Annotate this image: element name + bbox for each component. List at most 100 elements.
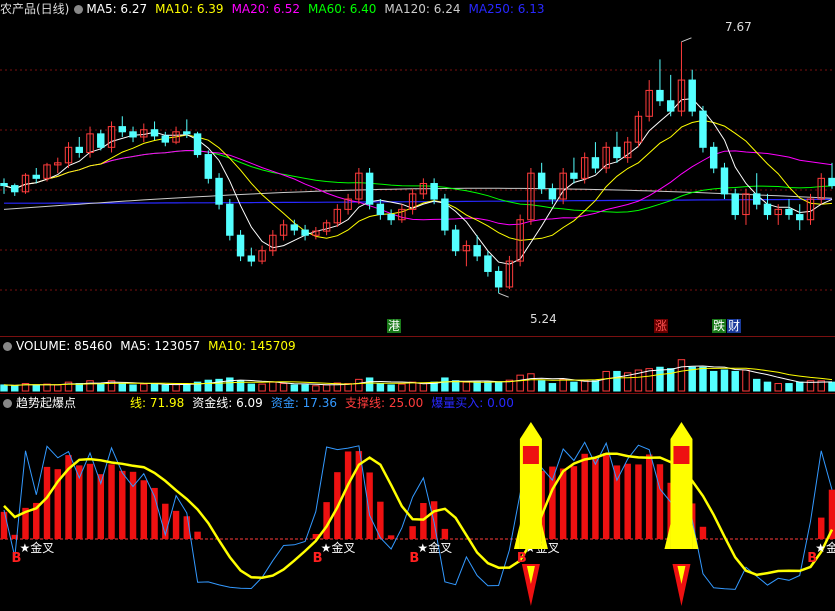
candle-body (226, 203, 234, 236)
indicator-bar (624, 463, 631, 539)
candle-body (430, 183, 438, 200)
indicator-bar (76, 465, 83, 539)
volume-bar (97, 383, 105, 392)
indicator-bar (570, 466, 578, 539)
legend-label-4: MA120: 6.24 (384, 2, 461, 16)
candle-body (387, 214, 395, 221)
indicator-bar (0, 511, 8, 539)
indicator-bar (86, 463, 94, 539)
volume-bar (161, 384, 170, 392)
volume-bar (570, 381, 578, 392)
volume-bar (301, 384, 309, 392)
event-tag-die[interactable]: 跌 (712, 319, 727, 333)
volume-bar (656, 366, 664, 392)
security-title: 农产品(日线) (0, 2, 70, 16)
golden-cross-label: ★金叉 (417, 540, 452, 555)
rocket-window (522, 446, 539, 464)
volume-bar (720, 369, 729, 392)
volume-bar (527, 373, 535, 392)
candle-body (11, 185, 19, 193)
buy-label: B (517, 551, 527, 566)
legend-label-0: VOLUME: 85460 (16, 339, 113, 353)
buy-label: B (12, 551, 22, 566)
candle-body (215, 177, 223, 205)
event-tag-zhang[interactable]: 涨 (654, 319, 669, 333)
indicator-bar (420, 503, 427, 539)
price-chart-svg (0, 37, 835, 298)
event-tag-cai[interactable]: 财 (727, 319, 742, 333)
indicator-chart-svg: ★金叉B★金叉B★金叉B★金叉B★金叉B (0, 422, 835, 606)
golden-cross-label: ★金叉 (815, 540, 835, 555)
candle-body (796, 214, 804, 221)
candle-body (785, 208, 793, 216)
volume-bar (247, 383, 256, 392)
indicator-bar (43, 466, 51, 539)
ma5-line (3, 98, 833, 265)
legend-label-0: MA5: 6.27 (86, 2, 148, 16)
volume-bar (613, 370, 621, 392)
volume-bar (129, 384, 137, 392)
volume-bar (140, 383, 148, 392)
indicator-bar (140, 480, 148, 539)
legend-label-3: 支撑线: 25.00 (345, 396, 424, 410)
volume-bar (688, 366, 696, 392)
volume-bar (666, 368, 675, 392)
event-tag-gang[interactable]: 港 (387, 319, 402, 333)
volume-bar (494, 381, 503, 392)
indicator-bar (172, 510, 180, 539)
rocket-nose (670, 422, 693, 439)
buy-label: B (807, 551, 817, 566)
candle-body (161, 135, 170, 143)
candle-body (301, 229, 309, 236)
ma-labels: MA5: 6.27 MA10: 6.39 MA20: 6.52 MA60: 6.40 M… (86, 2, 552, 16)
legend-label-3: MA60: 6.40 (308, 2, 377, 16)
indicator-bar (699, 526, 707, 539)
volume-bar (484, 381, 492, 392)
candle-body (32, 174, 40, 179)
candle-body (150, 129, 159, 137)
candle-body (699, 110, 707, 148)
indicator-bar (366, 472, 373, 539)
indicator-bar (441, 528, 449, 539)
volume-bar (699, 366, 707, 392)
indicator-title: 趋势起爆点 (16, 396, 77, 410)
volume-panel: VOLUME: 85460 MA5: 123057 MA10: 145709 (0, 337, 835, 393)
indicator-bar (818, 517, 825, 539)
settings-circle-icon[interactable] (74, 5, 84, 14)
candle-body (236, 234, 245, 257)
volume-bar (731, 370, 739, 392)
volume-bar (32, 384, 40, 392)
candle-body (118, 126, 127, 133)
settings-circle-icon[interactable] (3, 399, 12, 408)
volume-bar (559, 378, 567, 392)
volume-bar (11, 385, 19, 392)
golden-cross-label: ★金叉 (321, 540, 356, 555)
indicator-bar (344, 451, 352, 539)
candle-body (494, 270, 503, 288)
low-pointer (498, 292, 509, 298)
rocket-fin (513, 524, 520, 549)
indicator-bar (592, 458, 599, 539)
candle-body (441, 198, 449, 231)
volume-bar (451, 380, 460, 392)
volume-bar (387, 384, 395, 392)
volume-bar (441, 377, 449, 392)
candle-body (753, 193, 761, 205)
volume-bar (54, 384, 62, 392)
volume-bar (365, 377, 374, 392)
legend-label-1: MA5: 123057 (120, 339, 201, 353)
candle-body (656, 89, 664, 102)
legend-label-2: 资金: 17.36 (270, 396, 338, 410)
ma10-line (3, 119, 833, 241)
rocket-nose (519, 422, 542, 439)
volume-bar (462, 381, 471, 392)
volume-bar (709, 370, 718, 392)
volume-ma10-line (3, 367, 833, 386)
indicator-bar (602, 453, 610, 539)
indicator-panel: ★金叉B★金叉B★金叉B★金叉B★金叉B 趋势起爆点 线: 71.98 资金线: 6… (0, 394, 835, 611)
indicator-bar (635, 464, 642, 539)
candle-body (484, 255, 492, 272)
settings-circle-icon[interactable] (3, 342, 12, 351)
volume-bar (183, 383, 191, 392)
volume-labels: VOLUME: 85460 MA5: 123057 MA10: 145709 (16, 339, 304, 353)
